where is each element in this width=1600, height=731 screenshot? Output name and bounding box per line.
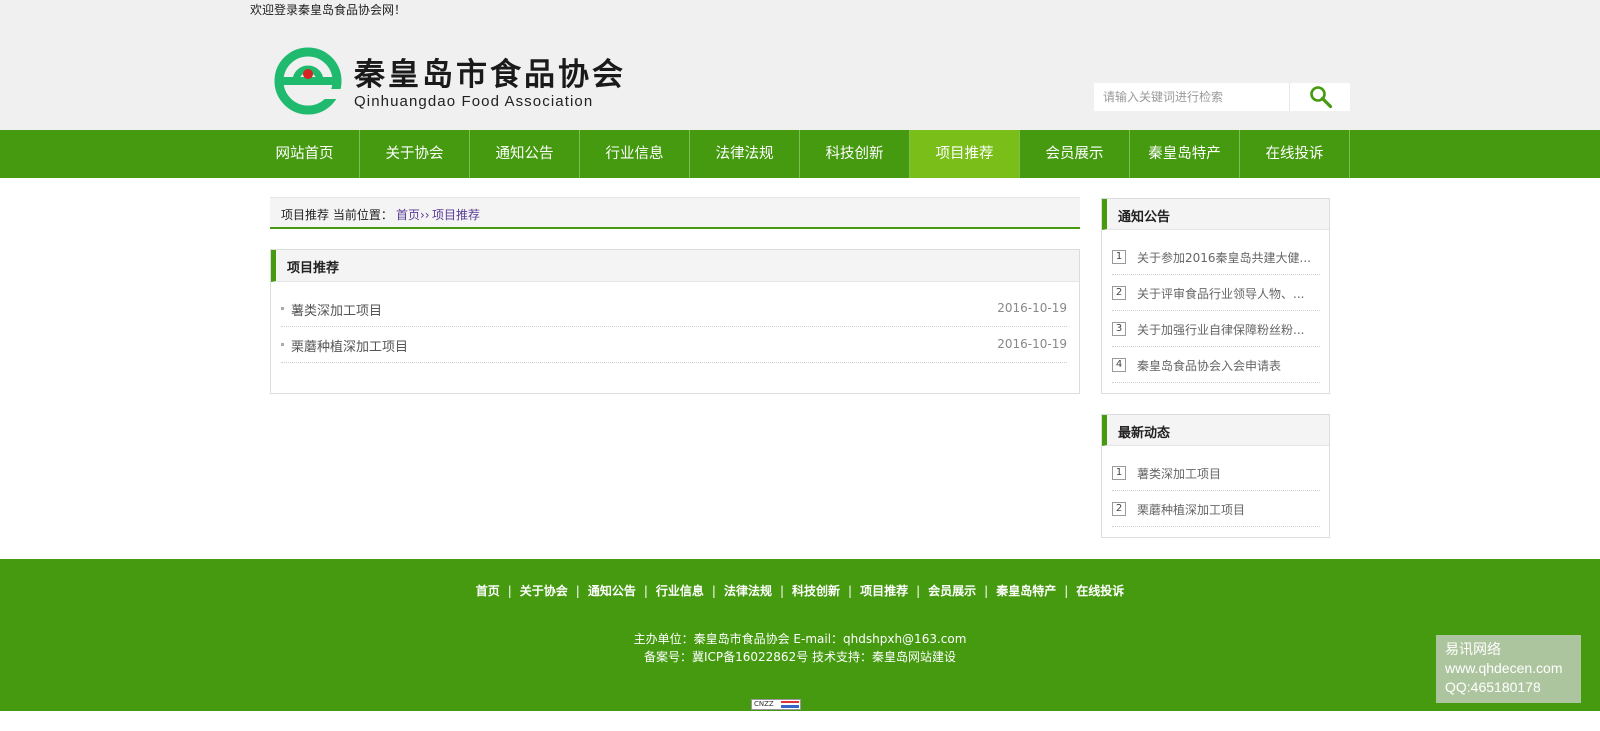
- breadcrumb: 项目推荐 当前位置： 首页›› 项目推荐: [270, 197, 1080, 229]
- watermark-company: 易讯网络: [1445, 641, 1501, 657]
- footer: 首页 | 关于协会 | 通知公告 | 行业信息 | 法律法规 | 科技创新 | 项目推荐 | 会员展示 | 秦皇…: [0, 559, 1600, 711]
- notice-item[interactable]: 3 关于加强行业自律保障粉丝粉...: [1112, 311, 1320, 347]
- item-number-badge: 1: [1112, 466, 1126, 480]
- footer-separator: |: [1064, 584, 1069, 598]
- panel-header: 项目推荐: [271, 250, 1079, 282]
- notice-item-text[interactable]: 关于参加2016秦皇岛共建大健...: [1137, 249, 1311, 266]
- bullet-icon: [281, 307, 284, 310]
- footer-separator: |: [643, 584, 648, 598]
- footer-link-innovation[interactable]: 科技创新: [792, 584, 840, 598]
- watermark-qq: QQ:465180178: [1445, 679, 1541, 695]
- footer-separator: |: [507, 584, 512, 598]
- footer-separator: |: [984, 584, 989, 598]
- breadcrumb-label: 项目推荐 当前位置：: [281, 208, 393, 222]
- main-nav: 网站首页 关于协会 通知公告 行业信息 法律法规 科技创新 项目推荐 会员展示 …: [0, 130, 1600, 178]
- project-list-panel: 项目推荐 薯类深加工项目 2016-10-19 栗蘑种植深加工项目 2016-1…: [270, 249, 1080, 394]
- notice-item[interactable]: 2 关于评审食品行业领导人物、...: [1112, 275, 1320, 311]
- nav-item-industry[interactable]: 行业信息: [580, 130, 690, 178]
- bullet-icon: [281, 343, 284, 346]
- footer-link-home[interactable]: 首页: [476, 584, 500, 598]
- watermark: 易讯网络 www.qhdecen.com QQ:465180178: [1436, 635, 1581, 703]
- latest-news-box: 最新动态 1 薯类深加工项目 2 栗蘑种植深加工项目: [1101, 414, 1330, 538]
- logo-chinese-name: 秦皇岛市食品协会: [354, 57, 626, 93]
- footer-link-about[interactable]: 关于协会: [520, 584, 568, 598]
- notice-item-text[interactable]: 关于加强行业自律保障粉丝粉...: [1137, 321, 1304, 338]
- item-number-badge: 4: [1112, 358, 1126, 372]
- footer-link-members[interactable]: 会员展示: [928, 584, 976, 598]
- footer-separator: |: [711, 584, 716, 598]
- nav-item-complaints[interactable]: 在线投诉: [1240, 130, 1350, 178]
- nav-item-members[interactable]: 会员展示: [1020, 130, 1130, 178]
- footer-link-industry[interactable]: 行业信息: [656, 584, 704, 598]
- item-number-badge: 1: [1112, 250, 1126, 264]
- search-button[interactable]: [1289, 83, 1350, 111]
- footer-links: 首页 | 关于协会 | 通知公告 | 行业信息 | 法律法规 | 科技创新 | 项目推荐 | 会员展示 | 秦皇…: [0, 582, 1600, 599]
- list-item[interactable]: 薯类深加工项目 2016-10-19: [281, 291, 1067, 327]
- footer-link-projects[interactable]: 项目推荐: [860, 584, 908, 598]
- list-item-date: 2016-10-19: [997, 301, 1067, 315]
- welcome-text: 欢迎登录秦皇岛食品协会网！: [250, 3, 407, 17]
- footer-link-notices[interactable]: 通知公告: [588, 584, 636, 598]
- footer-info: 主办单位：秦皇岛市食品协会 E-mail：qhdshpxh@163.com 备案…: [0, 630, 1600, 666]
- nav-item-home[interactable]: 网站首页: [250, 130, 360, 178]
- notice-item[interactable]: 1 关于参加2016秦皇岛共建大健...: [1112, 239, 1320, 275]
- logo-emblem-icon: [274, 47, 342, 115]
- cnzz-label: CNZZ: [754, 700, 774, 708]
- notices-title: 通知公告: [1118, 210, 1171, 225]
- notice-item-text[interactable]: 关于评审食品行业领导人物、...: [1137, 285, 1304, 302]
- search-box: [1094, 83, 1350, 111]
- latest-news-header: 最新动态: [1102, 415, 1329, 446]
- nav-item-innovation[interactable]: 科技创新: [800, 130, 910, 178]
- footer-sponsor-line: 主办单位：秦皇岛市食品协会 E-mail：qhdshpxh@163.com: [633, 632, 967, 646]
- latest-news-item-text[interactable]: 栗蘑种植深加工项目: [1137, 501, 1245, 518]
- watermark-url: www.qhdecen.com: [1445, 660, 1563, 676]
- nav-item-specialties[interactable]: 秦皇岛特产: [1130, 130, 1240, 178]
- footer-separator: |: [575, 584, 580, 598]
- latest-news-title: 最新动态: [1118, 426, 1171, 441]
- footer-link-complaints[interactable]: 在线投诉: [1076, 584, 1124, 598]
- item-number-badge: 2: [1112, 502, 1126, 516]
- item-number-badge: 3: [1112, 322, 1126, 336]
- list-item-title[interactable]: 薯类深加工项目: [291, 300, 382, 319]
- footer-separator: |: [779, 584, 785, 598]
- latest-news-item[interactable]: 1 薯类深加工项目: [1112, 455, 1320, 491]
- list-item-date: 2016-10-19: [997, 337, 1067, 351]
- footer-link-laws[interactable]: 法律法规: [724, 584, 772, 598]
- nav-item-projects[interactable]: 项目推荐: [910, 130, 1020, 178]
- flag-icon: [781, 701, 799, 708]
- notices-header: 通知公告: [1102, 199, 1329, 230]
- notice-item[interactable]: 4 秦皇岛食品协会入会申请表: [1112, 347, 1320, 383]
- breadcrumb-home-link[interactable]: 首页››: [396, 206, 430, 223]
- logo-english-name: Qinhuangdao Food Association: [354, 93, 594, 110]
- nav-item-laws[interactable]: 法律法规: [690, 130, 800, 178]
- list-item-title[interactable]: 栗蘑种植深加工项目: [291, 336, 408, 355]
- breadcrumb-current-link[interactable]: 项目推荐: [432, 206, 480, 223]
- search-input[interactable]: [1094, 83, 1289, 111]
- nav-item-notices[interactable]: 通知公告: [470, 130, 580, 178]
- footer-link-specialties[interactable]: 秦皇岛特产: [996, 584, 1056, 598]
- latest-news-item[interactable]: 2 栗蘑种植深加工项目: [1112, 491, 1320, 527]
- site-logo[interactable]: 秦皇岛市食品协会 Qinhuangdao Food Association: [274, 47, 634, 117]
- footer-separator: |: [916, 584, 921, 598]
- nav-item-about[interactable]: 关于协会: [360, 130, 470, 178]
- item-number-badge: 2: [1112, 286, 1126, 300]
- latest-news-item-text[interactable]: 薯类深加工项目: [1137, 465, 1221, 482]
- list-item[interactable]: 栗蘑种植深加工项目 2016-10-19: [281, 327, 1067, 363]
- footer-separator: |: [848, 584, 853, 598]
- panel-title: 项目推荐: [287, 261, 340, 276]
- cnzz-stats-badge[interactable]: CNZZ: [751, 699, 801, 710]
- footer-icp-line: 备案号：冀ICP备16022862号 技术支持：秦皇岛网站建设: [643, 650, 957, 664]
- notice-item-text[interactable]: 秦皇岛食品协会入会申请表: [1137, 357, 1281, 374]
- search-icon: [1310, 86, 1333, 109]
- notices-box: 通知公告 1 关于参加2016秦皇岛共建大健... 2 关于评审食品行业领导人物…: [1101, 198, 1330, 394]
- header: 欢迎登录秦皇岛食品协会网！ 秦皇岛市食品协会 Qinhuangdao Food …: [0, 0, 1600, 130]
